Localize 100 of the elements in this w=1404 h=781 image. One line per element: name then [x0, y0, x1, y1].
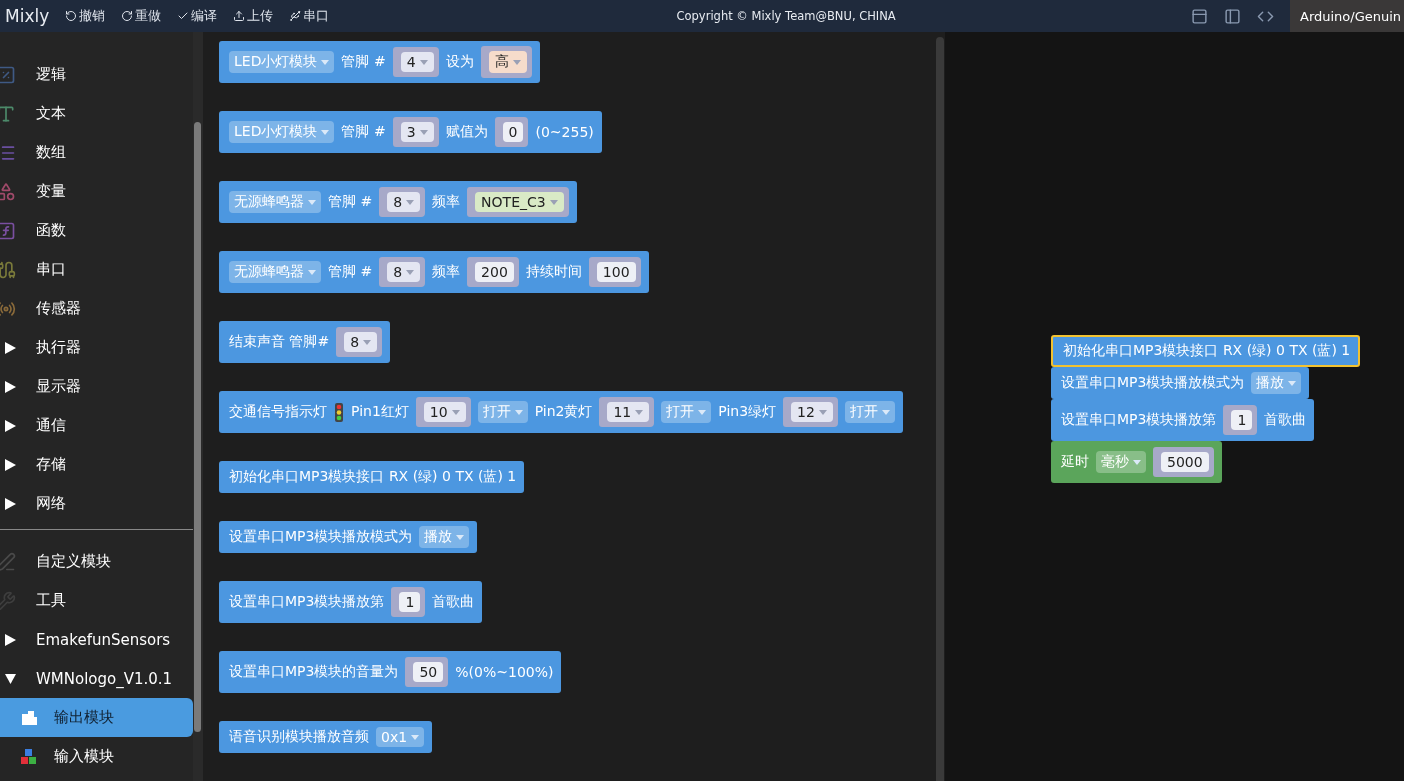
caret-icon — [406, 269, 415, 275]
caret-icon — [635, 409, 644, 415]
sidebar-item[interactable]: WMNologo_V1.0.1 — [0, 659, 193, 698]
collapsed-triangle-icon[interactable] — [5, 458, 16, 471]
usb-icon — [289, 10, 302, 22]
scrollbar-thumb[interactable] — [194, 122, 201, 732]
sidebar-item[interactable]: 存储 — [0, 445, 193, 484]
caret-icon — [512, 59, 521, 65]
value-dropdown[interactable]: 12 — [791, 402, 833, 422]
number-field[interactable]: 1 — [399, 592, 421, 612]
value-dropdown[interactable]: 8 — [387, 262, 421, 282]
check-icon — [177, 10, 190, 22]
block-label: 频率 — [432, 193, 461, 211]
block-label: Pin2黄灯 — [534, 403, 593, 421]
value-dropdown[interactable]: 高 — [488, 51, 527, 73]
code-block[interactable]: 交通信号指示灯 Pin1红灯 10 打开 Pin2黄灯 11 打开 Pin3绿灯 12 打开 — [219, 391, 903, 433]
sidebar-item[interactable]: 文本 — [0, 94, 193, 133]
sidebar-item[interactable]: EmakefunSensors — [0, 620, 193, 659]
value-dropdown[interactable]: 10 — [423, 402, 466, 422]
block-label: Pin3绿灯 — [718, 403, 777, 421]
app-logo: Mixly — [5, 6, 50, 26]
number-field[interactable]: 5000 — [1161, 452, 1209, 472]
sidebar-item[interactable]: 函数 — [0, 211, 193, 250]
code-block[interactable]: 设置串口MP3模块的音量为 50 %(0%~100%) — [219, 651, 562, 693]
code-block[interactable]: LED小灯模块 管脚 # 3 赋值为 0 (0~255) — [219, 111, 602, 153]
code-block[interactable]: 设置串口MP3模块播放第 1 首歌曲 — [1051, 399, 1315, 441]
collapsed-triangle-icon[interactable] — [5, 419, 16, 432]
block-label: 持续时间 — [525, 263, 582, 281]
block-label: 结束声音 管脚# — [229, 333, 330, 351]
block-label: 设置串口MP3模块的音量为 — [229, 663, 399, 681]
block-icon — [20, 709, 38, 726]
toolbar-button[interactable]: 串口 — [289, 7, 330, 25]
panel-icon[interactable] — [1191, 7, 1208, 25]
collapsed-triangle-icon[interactable] — [5, 497, 16, 510]
value-dropdown[interactable]: 4 — [400, 52, 434, 72]
caret-icon — [411, 734, 420, 740]
code-block[interactable]: 无源蜂鸣器 管脚 # 8 频率 200 持续时间 100 — [219, 251, 649, 293]
block-label: 管脚 # — [341, 53, 386, 71]
caret-icon — [818, 409, 827, 415]
sidebar-item[interactable]: 工具 — [0, 581, 193, 620]
sidebar-item[interactable]: 通信 — [0, 406, 193, 445]
caret-icon — [406, 199, 415, 205]
sidebar-item[interactable]: 执行器 — [0, 328, 193, 367]
block-label: Pin1红灯 — [351, 403, 409, 421]
code-block[interactable]: 延时 毫秒 5000 — [1051, 441, 1222, 483]
code-block[interactable]: 无源蜂鸣器 管脚 # 8 频率 NOTE_C3 — [219, 181, 577, 223]
number-field[interactable]: 50 — [413, 662, 444, 682]
traffic-light-icon — [334, 401, 344, 423]
value-dropdown[interactable]: NOTE_C3 — [475, 192, 564, 212]
sidebar-icon[interactable] — [1224, 7, 1241, 25]
board-selector[interactable]: Arduino/Genuin — [1290, 0, 1404, 32]
block-label: 设置串口MP3模块播放第 — [1061, 411, 1217, 429]
block-label: 首歌曲 — [1264, 411, 1307, 429]
number-field[interactable]: 200 — [475, 262, 514, 282]
upload-icon — [233, 10, 246, 22]
collapsed-triangle-icon[interactable] — [5, 341, 16, 354]
sidebar-item[interactable]: 输入模块 — [0, 737, 193, 776]
redo-icon — [121, 10, 134, 22]
caret-icon — [321, 129, 330, 135]
sidebar-item[interactable]: 变量 — [0, 172, 193, 211]
scrollbar-thumb[interactable] — [936, 37, 944, 781]
toolbar-button[interactable]: 编译 — [177, 7, 218, 25]
sidebar-item[interactable]: 网络 — [0, 484, 193, 523]
value-dropdown[interactable]: 11 — [607, 402, 650, 422]
toolbar-button[interactable]: 重做 — [121, 7, 162, 25]
block-label: 设置串口MP3模块播放模式为 — [1061, 374, 1245, 392]
block-label: 频率 — [432, 263, 461, 281]
sidebar-item[interactable]: 输出模块 — [0, 698, 193, 737]
block-label: 交通信号指示灯 — [229, 403, 327, 421]
code-block[interactable]: LED小灯模块 管脚 # 4 设为 高 — [219, 41, 540, 83]
block-label: 延时 — [1061, 453, 1089, 471]
caret-icon — [549, 199, 558, 205]
caret-icon — [451, 409, 460, 415]
value-dropdown[interactable]: 8 — [344, 332, 378, 352]
copyright-text: Copyright © Mixly Team@BNU, CHINA — [676, 9, 896, 23]
number-field[interactable]: 0 — [502, 122, 524, 142]
sidebar-item[interactable]: 传感器 — [0, 289, 193, 328]
sidebar-item[interactable]: 串口 — [0, 250, 193, 289]
caret-icon — [363, 339, 372, 345]
sidebar-item[interactable]: 逻辑 — [0, 55, 193, 94]
sidebar-item[interactable]: 显示器 — [0, 367, 193, 406]
collapsed-triangle-icon[interactable] — [5, 633, 16, 646]
block-label: 管脚 # — [328, 263, 373, 281]
sidebar-item[interactable]: 自定义模块 — [0, 542, 193, 581]
block-label: (0~255) — [535, 124, 594, 140]
value-dropdown[interactable]: 8 — [387, 192, 421, 212]
block-label: 首歌曲 — [432, 593, 475, 611]
value-dropdown[interactable]: 3 — [400, 122, 434, 142]
toolbar-button[interactable]: 上传 — [233, 7, 274, 25]
sidebar-item[interactable]: 数组 — [0, 133, 193, 172]
block-label: 初始化串口MP3模块接口 RX (绿) 0 TX (蓝) 1 — [1063, 342, 1351, 360]
collapsed-triangle-icon[interactable] — [5, 380, 16, 393]
expanded-triangle-icon[interactable] — [5, 672, 16, 685]
block-label: 管脚 # — [341, 123, 386, 141]
toolbar-button[interactable]: 撤销 — [65, 7, 106, 25]
number-field[interactable]: 100 — [596, 262, 636, 282]
code-block[interactable]: 结束声音 管脚# 8 — [219, 321, 391, 363]
block-label: 语音识别模块播放音频 — [229, 728, 369, 746]
number-field[interactable]: 1 — [1231, 410, 1253, 430]
code-block[interactable]: 设置串口MP3模块播放第 1 首歌曲 — [219, 581, 483, 623]
